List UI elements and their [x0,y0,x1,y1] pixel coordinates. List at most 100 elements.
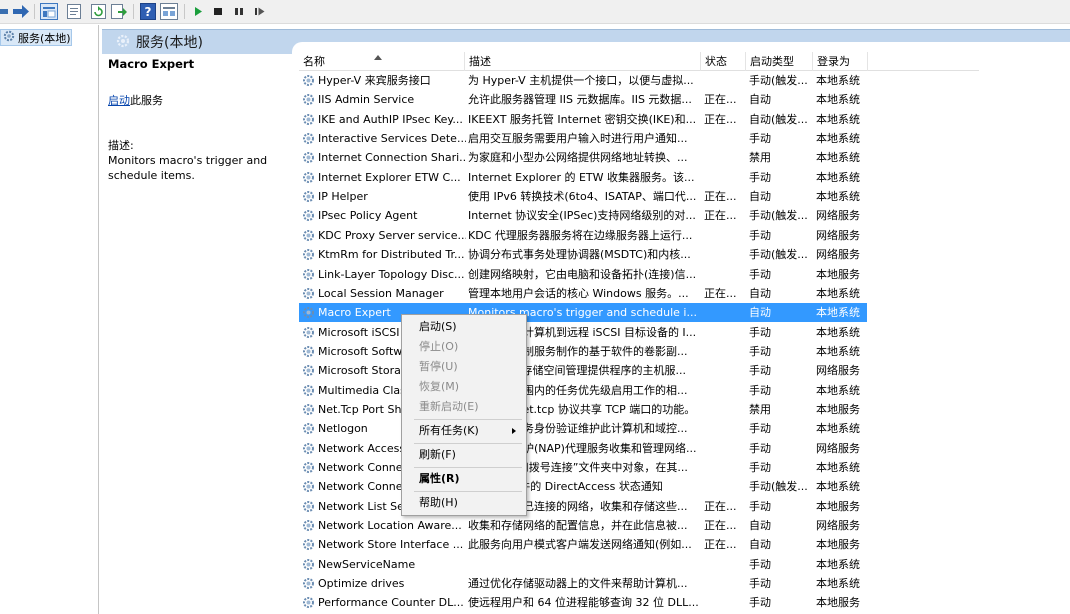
gear-icon [3,30,15,45]
column-header-name[interactable]: 名称 [299,52,465,71]
table-row[interactable]: Network Connections 管理“网络和拨号连接”文件夹中对象，在其.… [299,458,867,477]
service-logon: 网络服务 [816,228,860,242]
service-logon: 本地系统 [816,151,860,165]
gear-icon [302,442,318,455]
menu-item-restart[interactable]: 重新启动(E) [404,397,524,417]
console-tree-icon[interactable] [40,3,58,20]
table-row[interactable]: Multimedia Class Sched... 基于系统范围内的任务优先级启用… [299,381,867,400]
service-startup-type: 手动 [749,499,771,513]
service-name-cell: IP Helper [302,187,466,206]
service-description: 收集和存储网络的配置信息，并在此信息被... [468,519,688,533]
service-name-cell: Network Store Interface ... [302,535,466,554]
service-description: 为 Hyper-V 主机提供一个接口，以便与虚拟... [468,74,694,87]
table-row[interactable]: NewServiceName 手动 本地系统 [299,555,867,574]
gear-icon [302,538,318,551]
gear-icon [302,74,318,87]
gear-icon [302,480,318,493]
forward-icon[interactable] [11,3,31,20]
service-name: NewServiceName [318,557,416,571]
service-name: Interactive Services Dete... [318,132,466,146]
menu-item-refresh[interactable]: 刷新(F) [404,445,524,465]
menu-item-properties[interactable]: 属性(R) [404,469,524,489]
gear-icon [302,596,318,609]
gear-icon [302,151,318,164]
table-row[interactable]: Optimize drives 通过优化存储驱动器上的文件来帮助计算机... 手动 本… [299,574,867,593]
service-status [704,439,744,458]
service-logon: 本地系统 [816,480,860,494]
service-status [704,574,744,593]
table-row[interactable]: Internet Explorer ETW C... Internet Explo… [299,168,867,187]
service-name: Macro Expert [318,306,391,320]
start-service-link[interactable]: 启动 [108,94,130,107]
service-name: Hyper-V 来宾服务接口 [318,74,431,87]
table-row[interactable]: Interactive Services Dete... 启用交互服务需要用户输入… [299,129,867,148]
table-row[interactable]: Network Store Interface ... 此服务向用户模式客户端发送… [299,535,867,554]
play-icon[interactable] [193,3,205,20]
table-row[interactable]: Network List Service 识别计算机已连接的网络，收集和存储这些.… [299,497,867,516]
service-startup-type: 手动 [749,383,771,397]
table-row[interactable]: IKE and AuthIP IPsec Key... IKEEXT 服务托管 I… [299,110,867,129]
view-icon[interactable] [160,3,178,20]
menu-item-pause[interactable]: 暂停(U) [404,357,524,377]
gear-icon [302,500,318,513]
table-row[interactable]: Microsoft Storage Space... Microsoft 存储空间… [299,361,867,380]
context-menu: 启动(S) 停止(O) 暂停(U) 恢复(M) 重新启动(E) 所有任务(K) … [401,314,527,516]
menu-item-stop[interactable]: 停止(O) [404,337,524,357]
table-row[interactable]: Net.Tcp Port Sharing Se... 提供通过 net.tcp 协… [299,400,867,419]
restart-icon[interactable] [253,3,267,20]
service-status [704,400,744,419]
service-status [704,303,744,322]
service-status [704,168,744,187]
menu-item-resume[interactable]: 恢复(M) [404,377,524,397]
gear-icon [302,558,318,571]
gear-icon [302,209,318,222]
help-icon[interactable]: ? [140,3,156,20]
table-row[interactable]: KDC Proxy Server service... KDC 代理服务器服务将在… [299,226,867,245]
table-row[interactable]: IP Helper 使用 IPv6 转换技术(6to4、ISATAP、端口代...… [299,187,867,206]
table-row[interactable]: Local Session Manager 管理本地用户会话的核心 Windows… [299,284,867,303]
service-status: 正在... [704,93,737,107]
table-row[interactable]: IIS Admin Service 允许此服务器管理 IIS 元数据库。IIS 元… [299,90,867,109]
service-startup-type: 自动 [749,519,771,533]
pause-icon[interactable] [233,3,245,20]
column-header-startup-type[interactable]: 启动类型 [746,52,813,71]
menu-item-help[interactable]: 帮助(H) [404,493,524,513]
export-icon[interactable] [110,3,128,20]
service-status [704,148,744,167]
back-icon[interactable] [0,3,10,20]
table-row[interactable]: KtmRm for Distributed Tr... 协调分布式事务处理协调器(… [299,245,867,264]
column-header-logon[interactable]: 登录为 [813,52,868,71]
menu-separator [414,467,522,468]
menu-item-all-tasks[interactable]: 所有任务(K) [404,421,524,441]
table-row[interactable]: Internet Connection Shari... 为家庭和小型办公网络提供… [299,148,867,167]
gear-icon [302,519,318,532]
table-row[interactable]: Netlogon 为用户和服务身份验证维护此计算机和域控... 手动 本地系统 [299,419,867,438]
table-row[interactable]: Microsoft iSCSI Initiator... 管理从这台计算机到远程 … [299,323,867,342]
submenu-arrow-icon [512,428,516,434]
table-row[interactable]: Link-Layer Topology Disc... 创建网络映射，它由电脑和设… [299,265,867,284]
column-header-description[interactable]: 描述 [465,52,701,71]
table-row[interactable]: Network Access Protecti... 网络访问保护(NAP)代理服… [299,439,867,458]
table-row[interactable]: Network Connectivity As... 提供 UI 组件的 Dire… [299,477,867,496]
properties-icon[interactable] [66,3,83,20]
table-row[interactable]: Microsoft Software Shad... 管理卷影复制服务制作的基于软… [299,342,867,361]
service-logon: 本地系统 [816,383,860,397]
table-row[interactable]: Macro Expert Monitors macro's trigger and… [299,303,867,323]
tree-item-label: 服务(本地) [18,31,71,45]
table-row[interactable]: Network Location Aware... 收集和存储网络的配置信息，并在… [299,516,867,535]
service-description: 管理本地用户会话的核心 Windows 服务。... [468,286,689,300]
service-logon: 本地服务 [816,267,860,281]
menu-item-start[interactable]: 启动(S) [404,317,524,337]
gear-icon [302,326,318,339]
stop-icon[interactable] [212,3,224,20]
refresh-icon[interactable] [90,3,107,20]
table-row[interactable]: Performance Counter DL... 使远程用户和 64 位进程能够… [299,593,867,612]
service-status: 正在... [704,286,737,300]
service-logon: 本地服务 [816,538,860,552]
gear-icon [302,132,318,145]
service-name: Link-Layer Topology Disc... [318,267,465,281]
table-row[interactable]: IPsec Policy Agent Internet 协议安全(IPSec)支持… [299,206,867,225]
column-header-status[interactable]: 状态 [701,52,746,71]
tree-item-services-local[interactable]: 服务(本地) [0,29,72,46]
table-row[interactable]: Hyper-V 来宾服务接口 为 Hyper-V 主机提供一个接口，以便与虚拟..… [299,71,867,90]
